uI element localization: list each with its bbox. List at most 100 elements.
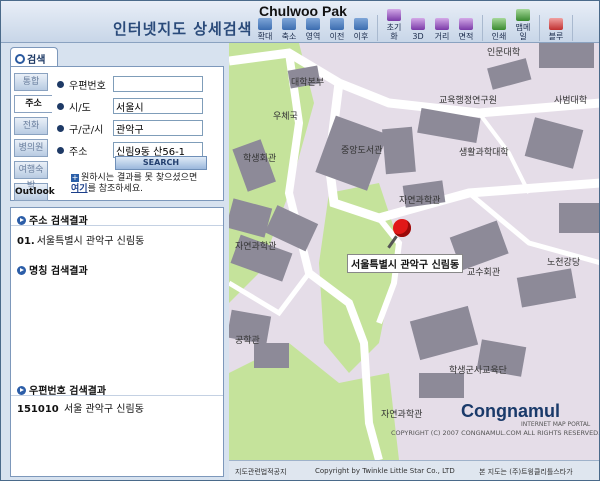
toolbar-button-label: 면적 xyxy=(458,32,474,41)
province-input[interactable] xyxy=(113,98,203,114)
map-label: 우체국 xyxy=(273,112,298,122)
window-frame: Chulwoo Pak 인터넷지도 상세검색 확대 축소 영역 이전 이후 초기화 3D 거리… xyxy=(0,0,600,481)
province-label: 시/도 xyxy=(69,102,91,114)
postal-results-header: 우편번호 검색결과 xyxy=(11,378,223,397)
help-link[interactable]: 여기 xyxy=(71,184,88,194)
help-text-suffix: 를 참조하세요. xyxy=(87,184,143,194)
result-postal-code: 151010 xyxy=(17,404,59,415)
bullet-icon xyxy=(57,146,64,154)
toolbar-button-label: 확대 xyxy=(257,32,273,41)
toolbar-button[interactable]: 3D xyxy=(407,18,429,41)
result-text: 서울 관악구 신림동 xyxy=(63,404,144,415)
area-select-icon xyxy=(306,18,320,30)
district-input[interactable] xyxy=(113,120,203,136)
toolbar-button[interactable]: 맵메일 xyxy=(512,9,534,41)
search-tab[interactable]: 검색 xyxy=(10,47,58,67)
map-label: 자연과학관 xyxy=(381,410,423,420)
app-title: 인터넷지도 상세검색 xyxy=(113,20,253,38)
toolbar-group: 초기화 3D 거리 면적 xyxy=(378,9,483,41)
toolbar-group: 블루 xyxy=(540,15,573,41)
footer-note: 본 지도는 (주)트윙클리틀스타가 xyxy=(479,468,573,476)
map-label: 교수회관 xyxy=(467,268,501,278)
help-text: + 원하시는 결과를 못 찾으셨으면 여기를 참조하세요. xyxy=(71,173,221,195)
toolbar-button[interactable]: 초기화 xyxy=(383,9,405,41)
section-arrow-icon xyxy=(17,266,26,275)
tab-hospital[interactable]: 병의원 xyxy=(14,139,48,157)
toolbar-button[interactable]: 영역 xyxy=(302,18,324,41)
tab-address[interactable]: 주소 xyxy=(14,95,52,113)
address-label: 주소 xyxy=(69,146,88,158)
legal-notice-link[interactable]: 지도관련법적공지 xyxy=(235,467,287,477)
zoom-out-icon xyxy=(282,18,296,30)
result-text: 서울특별시 관악구 신림동 xyxy=(36,236,145,247)
toolbar-button[interactable]: 블루 xyxy=(545,18,567,41)
bookmark-icon xyxy=(549,18,563,30)
map-label: 학생군사교육단 xyxy=(449,366,507,376)
toolbar-button-label: 초기화 xyxy=(386,23,402,41)
province-row: 시/도 xyxy=(57,97,217,115)
tab-integrated[interactable]: 통합 xyxy=(14,73,48,91)
map-label: 사범대학 xyxy=(554,96,588,106)
forward-icon xyxy=(354,18,368,30)
footer-bar: 지도관련법적공지 Copyright by Twinkle Little Sta… xyxy=(229,460,599,480)
toolbar-button[interactable]: 인쇄 xyxy=(488,18,510,41)
toolbar-button[interactable]: 축소 xyxy=(278,18,300,41)
district-label: 구/군/시 xyxy=(69,124,104,136)
map-label: 자연과학관 xyxy=(399,196,441,206)
map-label: 노천강당 xyxy=(547,258,581,268)
toolbar-button[interactable]: 이후 xyxy=(350,18,372,41)
map-copyright: COPYRIGHT (C) 2007 CONGNAMUL.COM ALL RIG… xyxy=(391,429,600,437)
map-label: 학생회관 xyxy=(243,154,277,164)
location-callout: 서울특별시 관악구 신림동 xyxy=(347,254,464,273)
map-canvas xyxy=(229,43,599,460)
postal-code-input[interactable] xyxy=(113,76,203,92)
tab-outlook[interactable]: Outlook xyxy=(14,183,55,201)
search-panel: 검색 통합 주소 전화 병의원 여행숙박 Outlook 우편번호 시/도 xyxy=(1,43,229,480)
postal-result-item[interactable]: 151010 서울 관악구 신림동 xyxy=(17,400,144,415)
map-view[interactable]: 인문대학 대학본부 우체국 교육행정연구원 사범대학 중앙도서관 생활과학대학 … xyxy=(229,43,600,460)
toolbar-button-label: 3D xyxy=(412,32,424,41)
toolbar-button[interactable]: 확대 xyxy=(254,18,276,41)
measure-area-icon xyxy=(459,18,473,30)
address-form: 우편번호 시/도 구/군/시 주소 xyxy=(57,75,217,163)
address-results-title: 주소 검색결과 xyxy=(29,216,88,227)
header: Chulwoo Pak 인터넷지도 상세검색 확대 축소 영역 이전 이후 초기화 3D 거리… xyxy=(1,1,599,43)
print-icon xyxy=(492,18,506,30)
map-label: 자연과학관 xyxy=(235,242,277,252)
search-icon xyxy=(15,54,25,64)
results-panel: 주소 검색결과 01. 서울특별시 관악구 신림동 명칭 검색결과 우편번호 검색… xyxy=(10,207,224,477)
toolbar-button-label: 이전 xyxy=(329,32,345,41)
help-text-main: 원하시는 결과를 못 찾으셨으면 xyxy=(81,173,198,183)
postal-code-label: 우편번호 xyxy=(69,80,106,92)
section-arrow-icon xyxy=(17,386,26,395)
toolbar-button-label: 축소 xyxy=(281,32,297,41)
back-icon xyxy=(330,18,344,30)
location-pin-icon[interactable] xyxy=(393,219,411,237)
toolbar-group: 확대 축소 영역 이전 이후 xyxy=(249,15,378,41)
name-results-header: 명칭 검색결과 xyxy=(11,258,223,277)
tab-travel[interactable]: 여행숙박 xyxy=(14,161,48,191)
search-button[interactable]: SEARCH xyxy=(115,156,207,170)
toolbar-button[interactable]: 면적 xyxy=(455,18,477,41)
map-label: 중앙도서관 xyxy=(341,146,383,156)
brand-logo: Congnamul xyxy=(461,401,560,421)
toolbar-button[interactable]: 거리 xyxy=(431,18,453,41)
footer-copyright: Copyright by Twinkle Little Star Co., LT… xyxy=(315,467,455,475)
search-tab-label: 검색 xyxy=(27,55,46,66)
mail-icon xyxy=(516,9,530,21)
tab-phone[interactable]: 전화 xyxy=(14,117,48,135)
toolbar-button-label: 영역 xyxy=(305,32,321,41)
toolbar-button[interactable]: 이전 xyxy=(326,18,348,41)
reset-icon xyxy=(387,9,401,21)
address-result-item[interactable]: 01. 서울특별시 관악구 신림동 xyxy=(17,232,144,247)
bullet-icon xyxy=(57,80,64,88)
toolbar-button-label: 인쇄 xyxy=(491,32,507,41)
toolbar-group: 인쇄 맵메일 xyxy=(483,9,540,41)
district-row: 구/군/시 xyxy=(57,119,217,137)
name-results-title: 명칭 검색결과 xyxy=(29,266,88,277)
toolbar-button-label: 블루 xyxy=(548,32,564,41)
bullet-icon xyxy=(57,102,64,110)
toolbar-button-label: 이후 xyxy=(353,32,369,41)
brand-subtitle: INTERNET MAP PORTAL xyxy=(521,421,591,428)
map-label: 인문대학 xyxy=(487,48,521,58)
